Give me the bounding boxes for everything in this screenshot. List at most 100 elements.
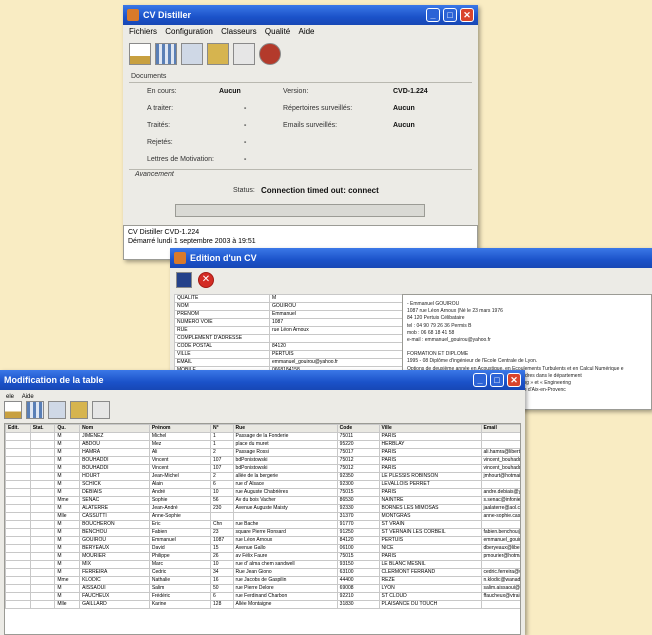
folder-icon[interactable] [207,43,229,65]
edit-icon-cell[interactable] [5,600,31,609]
column-header[interactable]: Qu. [54,424,81,433]
menu-aide[interactable]: Aide [298,25,314,39]
column-header[interactable]: Prénom [148,424,212,433]
cv-field-value[interactable]: PERTUIS [269,350,406,359]
new-document-icon[interactable] [4,401,22,419]
edit-icon-cell[interactable] [5,568,31,577]
table-cell: 75017 [336,448,380,457]
table-cell: M [54,544,81,553]
table-row[interactable]: M HAMRA Ali 2 Passage Rossi 75017 PARIS ali.ham… [5,448,520,457]
edit-icon-cell[interactable] [5,520,31,529]
mail-icon[interactable] [233,43,255,65]
edit-icon-cell[interactable] [5,560,31,569]
table-row[interactable]: M ABDOU Mez 1 place du muret 95220 HERBLAY [5,440,520,449]
edit-icon-cell[interactable] [5,480,31,489]
edit-icon-cell[interactable] [5,552,31,561]
menu-configuration[interactable]: Configuration [165,25,213,39]
title-bar[interactable]: Modification de la table _ □ ✕ [0,370,525,390]
table-cell: 75012 [336,456,380,465]
cv-field-value[interactable]: 1087 [269,318,406,327]
edit-icon-cell[interactable] [5,544,31,553]
cv-field-value[interactable]: emmanuel_gouirou@yahoo.fr [269,358,406,367]
edit-icon-cell[interactable] [5,592,31,601]
help-book-icon[interactable] [259,43,281,65]
edit-icon-cell[interactable] [5,464,31,473]
title-bar[interactable]: CV Distiller _ □ ✕ [123,5,478,25]
maximize-button[interactable]: □ [490,373,504,387]
table-row[interactable]: M HOURT Jean-Michel 2 allée de la bergerie 92… [5,472,520,481]
close-button[interactable]: ✕ [460,8,474,22]
column-header[interactable]: Edit. [5,424,31,433]
edit-icon-cell[interactable] [5,456,31,465]
cv-field-value[interactable]: Emmanuel [269,310,406,319]
table-icon[interactable] [155,43,177,65]
mail-icon[interactable] [92,401,110,419]
menu-fichiers[interactable]: Fichiers [129,25,157,39]
column-header[interactable]: Code [336,424,380,433]
table-cell [480,600,520,609]
table-row[interactable]: M BOUCHERON Eric Chn rue Bache 91770 ST VRAIN [5,520,520,529]
table-row[interactable]: M FAUCHEUX Frédéric 6 rue Ferdinand Charbon 9… [5,592,520,601]
menu-classeurs[interactable]: Classeurs [221,25,257,39]
column-header[interactable]: Nom [79,424,150,433]
edit-icon-cell[interactable] [5,488,31,497]
search-icon[interactable] [181,43,203,65]
table-row[interactable]: Mme KLODIC Nathalie 16 rue Jacobs de Gaspili… [5,576,520,585]
cancel-icon[interactable]: ✕ [198,272,214,288]
table-icon[interactable] [26,401,44,419]
edit-icon-cell[interactable] [5,504,31,513]
edit-icon-cell[interactable] [5,536,31,545]
cv-field-value[interactable]: GOUIROU [269,302,406,311]
cv-field-value[interactable]: 84120 [269,342,406,351]
table-cell: BOUHADDI [79,464,150,473]
table-row[interactable]: M MOURIER Philippe 26 av Félix Faure 75015 PAR… [5,552,520,561]
minimize-button[interactable]: _ [426,8,440,22]
minimize-button[interactable]: _ [473,373,487,387]
table-row[interactable]: M BERYEAUX David 15 Avenue Gallo 06100 NICE dbe… [5,544,520,553]
menu-qualite[interactable]: Qualité [265,25,290,39]
table-cell: ST VRAIN [378,520,482,529]
maximize-button[interactable]: □ [443,8,457,22]
edit-icon-cell[interactable] [5,432,31,441]
edit-icon-cell[interactable] [5,448,31,457]
edit-icon-cell[interactable] [5,440,31,449]
close-button[interactable]: ✕ [507,373,521,387]
table-row[interactable]: M BENCHOU Fabien 23 square Pierre Ronsard 912… [5,528,520,537]
cv-field-value[interactable]: M [269,294,406,303]
new-document-icon[interactable] [129,43,151,65]
table-row[interactable]: M BOUHADDI Vincent 107 bdPonistowski 75012 PAR… [5,464,520,473]
edit-icon-cell[interactable] [5,472,31,481]
edit-icon-cell[interactable] [5,576,31,585]
table-cell: 93150 [336,560,380,569]
column-header[interactable]: Ville [378,424,482,433]
table-row[interactable]: M JIMENEZ Michel 1 Passage de la Fonderie 750… [5,432,520,441]
edit-icon-cell[interactable] [5,528,31,537]
cv-field-value[interactable]: rue Léon Arnoux [269,326,406,335]
table-row[interactable]: M FERREIRA Cedric 34 Rue Jean Giono 63100 CLER… [5,568,520,577]
table-cell: M [54,464,81,473]
folder-icon[interactable] [70,401,88,419]
title-bar[interactable]: Edition d'un CV [170,248,652,268]
edit-icon-cell[interactable] [5,496,31,505]
column-header[interactable]: N° [210,424,234,433]
table-cell: PERTUIS [378,536,482,545]
save-icon[interactable] [176,272,192,288]
column-header[interactable]: Stat. [29,424,56,433]
table-row[interactable]: M SCHICK Alain 6 rue d' Alsace 92300 LEVALLOIS… [5,480,520,489]
cv-field-value[interactable] [269,334,406,343]
edit-icon-cell[interactable] [5,512,31,521]
table-row[interactable]: M DEBIAIS André 10 rue Auguste Chabrières 750… [5,488,520,497]
table-row[interactable]: M MIX Marc 10 rue d' alma chem sandwell 93150… [5,560,520,569]
table-row[interactable]: M AISSAOUI Salim 50 rue Pierre Delore 69008 LY… [5,584,520,593]
table-row[interactable]: M ALATERRE Jean-André 230 Avenue Auguste Mai… [5,504,520,513]
table-row[interactable]: Mlle CASSUTTI Anne-Sophie 31370 MONTGRAS anne… [5,512,520,521]
column-header[interactable]: Rue [232,424,338,433]
table-row[interactable]: Mlle GAILLARD Karine 128 Allée Montaigne 3183… [5,600,520,609]
table-row[interactable]: M GOUIROU Emmanuel 1087 rue Léon Arnoux 84120… [5,536,520,545]
table-row[interactable]: Mme SENAC Sophie 56 Av du bois Vacher 86530 NA… [5,496,520,505]
edit-icon-cell[interactable] [5,584,31,593]
table-row[interactable]: M BOUHADDI Vincent 107 bdPonistowski 75012 PAR… [5,456,520,465]
search-icon[interactable] [48,401,66,419]
column-header[interactable]: Email [480,424,520,433]
table-cell: Vincent [148,456,212,465]
